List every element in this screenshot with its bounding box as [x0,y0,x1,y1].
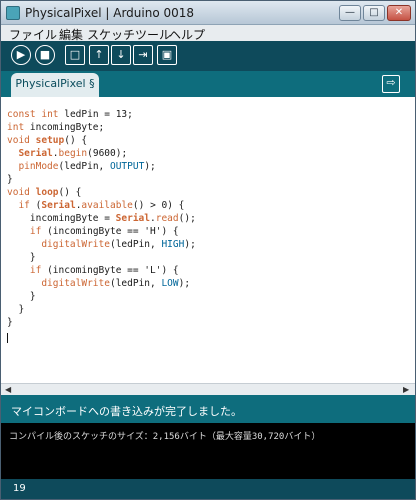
code-line: digitalWrite(ledPin, HIGH); [41,239,196,250]
status-bar: マイコンボードへの書き込みが完了しました。 [1,395,415,423]
code-line: const int ledPin = 13; [7,109,133,120]
arduino-window: PhysicalPixel | Arduino 0018 — □ ✕ ファイル … [0,0,416,500]
code-line: } [7,252,36,263]
close-button[interactable]: ✕ [387,5,411,21]
scroll-right-icon[interactable]: ▶ [403,385,409,394]
console-message: コンパイル後のスケッチのサイズ：2,156バイト（最大容量30,720バイト） [9,432,321,442]
code-line: if (incomingByte == 'L') { [29,265,179,276]
code-line: if (incomingByte == 'H') { [29,226,179,237]
console-output: コンパイル後のスケッチのサイズ：2,156バイト（最大容量30,720バイト） [1,423,415,479]
code-line: if (Serial.available() > 0) { [18,200,185,211]
verify-icon[interactable]: ▶ [11,45,31,65]
code-line: } [7,317,13,328]
code-line: } [7,304,25,315]
current-line-number: 19 [13,483,26,494]
scroll-left-icon[interactable]: ◀ [5,385,11,394]
code-line: digitalWrite(ledPin, LOW); [41,278,191,289]
code-line: } [7,174,13,185]
tab-strip: PhysicalPixel § ⇨ [1,71,415,97]
line-number-bar: 19 [1,479,415,499]
toolbar: ▶ ■ □ ↑ ↓ ⇥ ▣ [1,41,415,71]
horizontal-scrollbar[interactable]: ◀ ▶ [1,383,415,395]
save-file-icon[interactable]: ↓ [111,45,131,65]
open-file-icon[interactable]: ↑ [89,45,109,65]
code-line: incomingByte = Serial.read(); [7,213,196,224]
tab-menu-icon[interactable]: ⇨ [382,75,400,93]
upload-icon[interactable]: ⇥ [133,45,153,65]
title-bar: PhysicalPixel | Arduino 0018 — □ ✕ [1,1,415,25]
code-line: } [7,291,36,302]
text-caret [7,333,8,343]
status-message: マイコンボードへの書き込みが完了しました。 [11,405,242,418]
code-line: Serial.begin(9600); [18,148,128,159]
code-line: pinMode(ledPin, OUTPUT); [18,161,156,172]
arduino-app-icon [6,6,20,20]
stop-icon[interactable]: ■ [35,45,55,65]
new-file-icon[interactable]: □ [65,45,85,65]
serial-monitor-icon[interactable]: ▣ [157,45,177,65]
menu-bar: ファイル 編集 スケッチ ツール ヘルプ [1,25,415,42]
window-title: PhysicalPixel | Arduino 0018 [25,6,195,20]
tab-physicalpixel[interactable]: PhysicalPixel § [11,73,99,97]
minimize-button[interactable]: — [339,5,361,21]
code-line: int incomingByte; [7,122,105,133]
code-line: void setup() { [7,135,88,146]
maximize-button[interactable]: □ [363,5,385,21]
code-line: void loop() { [7,187,82,198]
code-editor[interactable]: const int ledPin = 13; int incomingByte;… [1,97,415,383]
